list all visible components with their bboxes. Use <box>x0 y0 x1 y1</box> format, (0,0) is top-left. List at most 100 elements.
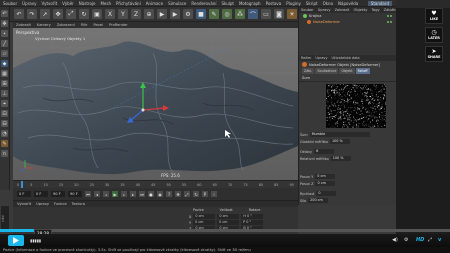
preview-start-field[interactable]: 0 F <box>34 191 48 197</box>
viewport-menu-prorender[interactable]: ProRender <box>109 23 128 27</box>
tab-coordinates[interactable]: Souřadnice <box>315 68 339 74</box>
lock-icon[interactable]: ⊡ <box>1 110 8 117</box>
undo-icon[interactable]: ↶ <box>1 10 8 17</box>
pla-key-icon[interactable]: ⁘ <box>211 191 217 197</box>
sculpt-icon[interactable]: ◔ <box>1 130 8 137</box>
layout-select[interactable]: Standard <box>367 1 392 6</box>
fullscreen-icon[interactable]: ⤢ <box>428 238 432 243</box>
cube-icon[interactable]: ■ <box>196 9 206 19</box>
array-icon[interactable]: ⁂ <box>235 9 245 19</box>
object-menu-edit[interactable]: Úpravy <box>318 8 331 12</box>
material-menu-texture[interactable]: Textura <box>72 202 85 206</box>
rotation-key-icon[interactable]: ↻ <box>193 191 199 197</box>
rotate-tool-icon[interactable]: ↻ <box>79 9 89 19</box>
play-forward-icon[interactable]: ▶ <box>112 191 118 197</box>
previous-frame-icon[interactable]: ◃ <box>103 191 109 197</box>
preview-end-field[interactable]: 90 F <box>51 191 65 197</box>
go-to-start-icon[interactable]: ⏮ <box>85 191 91 197</box>
timeline-ruler[interactable]: 0 5 10 15 20 25 30 35 40 45 50 55 60 65 … <box>13 180 298 189</box>
noise-type-select[interactable]: Mumble <box>309 132 370 137</box>
param-key-icon[interactable]: P <box>202 191 208 197</box>
workplane-icon[interactable]: ⊞ <box>1 80 8 87</box>
octaves-field[interactable]: 6 <box>314 149 335 154</box>
scale-tool-icon[interactable]: ⤢ <box>66 9 76 19</box>
material-menu-function[interactable]: Funkce <box>54 202 67 206</box>
axis-icon[interactable]: ⊥ <box>1 90 8 97</box>
menu-item-plugins[interactable]: Pluginy <box>286 1 301 6</box>
attribute-menu-mode[interactable]: Režim <box>301 56 311 60</box>
edges-mode-icon[interactable]: ╱ <box>1 40 8 47</box>
previous-key-icon[interactable]: ◂ <box>94 191 100 197</box>
attribute-menu-edit[interactable]: Úpravy <box>315 56 327 60</box>
menu-item-window[interactable]: Okno <box>323 1 333 6</box>
light-icon[interactable]: ☀ <box>287 9 297 19</box>
viewport-menu-panel[interactable]: Panel <box>93 23 103 27</box>
vimeo-logo-icon[interactable]: v <box>438 238 441 243</box>
tab-falloff[interactable]: Falloff <box>355 68 370 74</box>
offset-z-field[interactable]: 0 cm <box>315 181 336 186</box>
go-to-end-icon[interactable]: ⏭ <box>139 191 145 197</box>
next-key-icon[interactable]: ▸ <box>130 191 136 197</box>
z-axis-lock-icon[interactable]: Z <box>131 9 141 19</box>
menu-item-simulate[interactable]: Simulace <box>168 1 186 6</box>
points-mode-icon[interactable]: ∙ <box>1 30 8 37</box>
attribute-menu-userdata[interactable]: Uživatelská data <box>331 56 359 60</box>
position-key-icon[interactable]: ✥ <box>175 191 181 197</box>
autokey-icon[interactable]: ◉ <box>157 191 163 197</box>
tab-object[interactable]: Objekt <box>339 68 355 74</box>
move-tool-icon[interactable]: ✥ <box>53 9 63 19</box>
object-menu-view[interactable]: Zobrazit <box>335 8 350 12</box>
visibility-dots[interactable] <box>387 21 392 23</box>
redo-button-icon[interactable]: ↷ <box>27 9 37 19</box>
menu-item-select[interactable]: Výběr <box>62 1 74 6</box>
grid-icon[interactable]: ⊟ <box>1 120 8 127</box>
play-button[interactable] <box>8 235 24 246</box>
rotation-p-field[interactable]: P 0 ° <box>241 220 264 225</box>
bend-deformer-icon[interactable]: ⌒ <box>248 9 258 19</box>
render-picture-viewer-icon[interactable]: ▶ <box>170 9 180 19</box>
material-menu-create[interactable]: Vytvořit <box>17 202 31 206</box>
brush-icon[interactable]: ✎ <box>1 140 8 147</box>
object-menu-tags[interactable]: Tagy <box>371 8 379 12</box>
magnet-icon[interactable]: ∩ <box>1 150 8 157</box>
undo-button-icon[interactable]: ↶ <box>14 9 24 19</box>
size-y-field[interactable]: 0 cm <box>217 220 240 225</box>
floor-icon[interactable]: ▭ <box>261 9 271 19</box>
menu-item-sculpt[interactable]: Skulpt <box>221 1 234 6</box>
model-mode-icon[interactable]: ◆ <box>1 60 8 67</box>
menu-item-file[interactable]: Soubor <box>3 1 17 6</box>
global-scale-field[interactable]: 100 % <box>329 139 350 144</box>
video-progress-bar[interactable] <box>0 229 450 232</box>
rotation-h-field[interactable]: H 0 ° <box>241 214 264 219</box>
viewport-menu-display[interactable]: Zobrazení <box>57 23 75 27</box>
menu-item-tools[interactable]: Nástroje <box>79 1 96 6</box>
polygons-mode-icon[interactable]: ▱ <box>1 50 8 57</box>
like-button[interactable]: ♥ LIKE <box>425 8 443 24</box>
menu-item-create[interactable]: Vytvořit <box>41 1 57 6</box>
start-frame-field[interactable]: 0 F <box>17 191 31 197</box>
position-y-field[interactable]: 0 cm <box>193 220 216 225</box>
object-menu-file[interactable]: Soubor <box>301 8 314 12</box>
size-x-field[interactable]: 0 cm <box>217 214 240 219</box>
speed-field[interactable]: 0 <box>316 191 337 196</box>
snap-icon[interactable]: ⌖ <box>1 100 8 107</box>
volume-icon[interactable]: ◀) <box>392 238 398 243</box>
hd-badge[interactable]: HD <box>416 237 424 243</box>
settings-icon[interactable]: ⚙ <box>404 238 408 243</box>
menu-item-script[interactable]: Skript <box>306 1 318 6</box>
end-frame-field[interactable]: 90 F <box>68 191 82 197</box>
render-settings-icon[interactable]: ⚙ <box>183 9 193 19</box>
coordinate-system-icon[interactable]: ⊕ <box>144 9 154 19</box>
3d-viewport[interactable]: Perspektiva Výchozí Celkový Objekty 1 FP… <box>13 28 298 180</box>
menu-item-snap[interactable]: Přichytávání <box>116 1 141 6</box>
strength-field[interactable]: 200 cm <box>308 198 329 203</box>
watch-later-button[interactable]: ◷ LATER <box>425 27 443 43</box>
menu-item-edit[interactable]: Úpravy <box>22 1 36 6</box>
texture-mode-icon[interactable]: ▦ <box>1 70 8 77</box>
live-select-icon[interactable]: ➚ <box>40 9 50 19</box>
scale-key-icon[interactable]: ⤢ <box>184 191 190 197</box>
visibility-dots[interactable] <box>387 15 392 17</box>
menu-item-render[interactable]: Renderování <box>191 1 216 6</box>
relative-scale-field[interactable]: 100 % <box>330 156 351 161</box>
pen-spline-icon[interactable]: ✎ <box>209 9 219 19</box>
